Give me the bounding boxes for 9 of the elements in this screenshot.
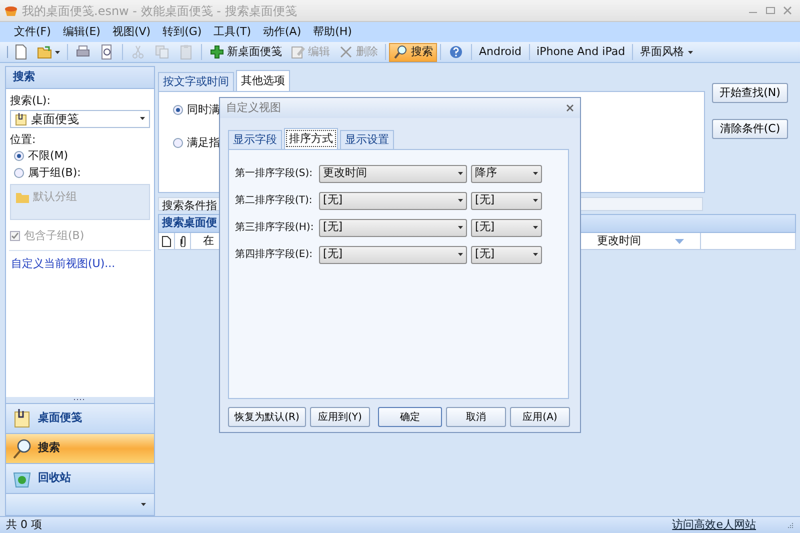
field-label: 第一排序字段(S): — [235, 166, 314, 181]
window-title: 我的桌面便笺.esnw - 效能桌面便笺 - 搜索桌面便笺 — [22, 2, 297, 20]
dialog-title: 自定义视图 — [226, 100, 281, 116]
field-label: 位置: — [9, 132, 37, 148]
item-count: 共 0 项 — [6, 517, 42, 533]
field-label: 第四排序字段(E): — [235, 248, 314, 262]
field-label: 第三排序字段(H): — [235, 220, 315, 235]
pane-header: 搜索 — [6, 67, 154, 89]
field-label: 搜索(L): — [9, 93, 52, 109]
